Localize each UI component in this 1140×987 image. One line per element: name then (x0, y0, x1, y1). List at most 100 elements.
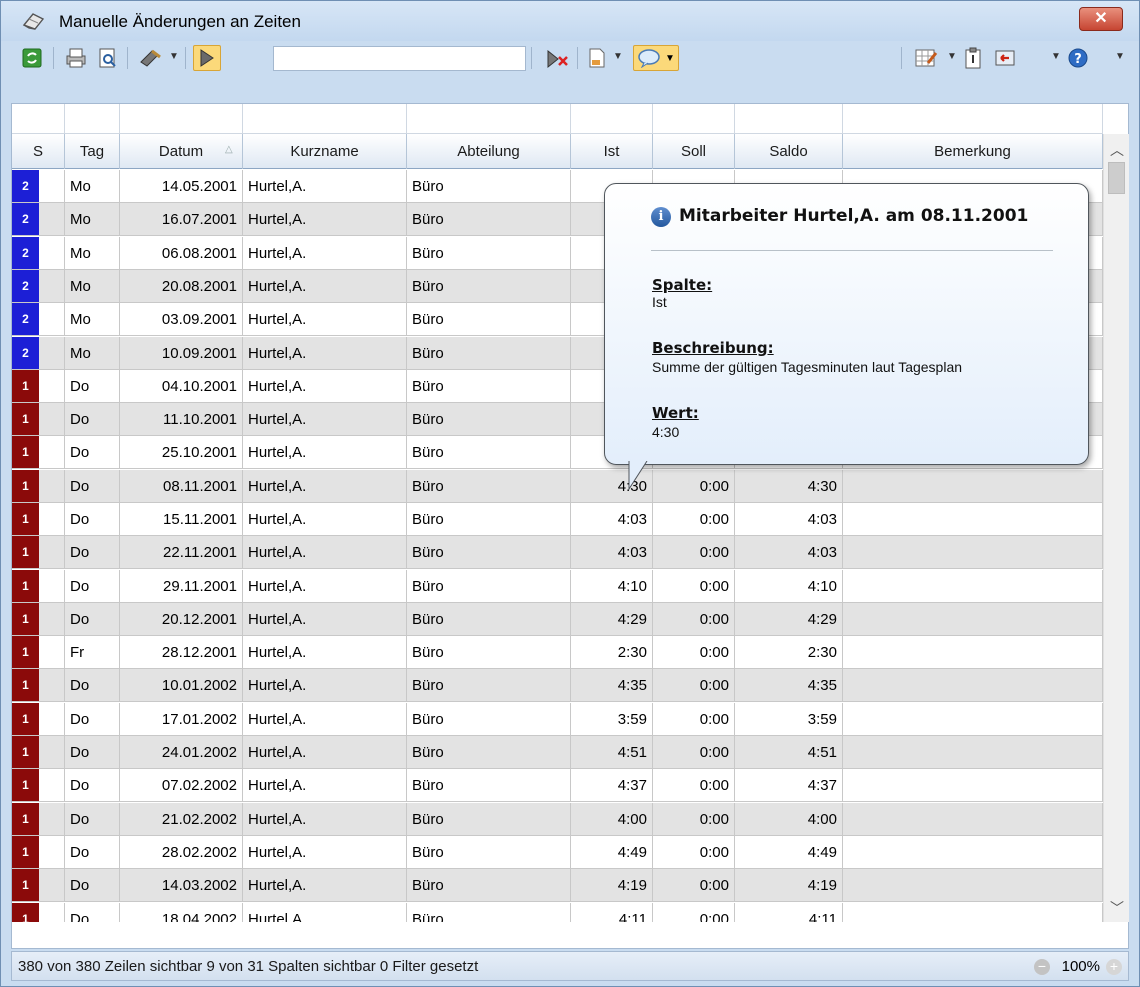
filter-cell[interactable] (12, 104, 65, 134)
cell-ist[interactable]: 4:03 (571, 536, 653, 569)
cell-soll[interactable]: 0:00 (653, 703, 735, 736)
vertical-scrollbar[interactable]: ︿ ﹀ (1103, 134, 1129, 922)
cell-abteilung[interactable]: Büro (407, 403, 571, 436)
cell-soll[interactable]: 0:00 (653, 869, 735, 902)
cell-abteilung[interactable]: Büro (407, 769, 571, 802)
cell-datum[interactable]: 18.04.2002 (120, 903, 243, 922)
cell-tag[interactable]: Do (65, 836, 120, 869)
status-cell[interactable]: 1 (12, 769, 65, 802)
tools-icon[interactable] (137, 45, 165, 71)
cell-kurzname[interactable]: Hurtel,A. (243, 736, 407, 769)
cell-bemerkung[interactable] (843, 769, 1103, 802)
status-cell[interactable]: 1 (12, 736, 65, 769)
cell-saldo[interactable]: 4:51 (735, 736, 843, 769)
clear-filter-icon[interactable] (543, 45, 571, 71)
cell-datum[interactable]: 07.02.2002 (120, 769, 243, 802)
cell-ist[interactable]: 2:30 (571, 636, 653, 669)
cell-abteilung[interactable]: Büro (407, 869, 571, 902)
clipboard-icon[interactable] (961, 45, 985, 71)
table-row[interactable]: 1 Do 10.01.2002 Hurtel,A. Büro 4:35 0:00 4:35 (12, 669, 1103, 702)
cell-tag[interactable]: Mo (65, 170, 120, 203)
table-row[interactable]: 1 Do 18.04.2002 Hurtel,A. Büro 4:11 0:00 4:11 (12, 903, 1103, 922)
status-cell[interactable]: 2 (12, 270, 65, 303)
cell-tag[interactable]: Do (65, 703, 120, 736)
cell-datum[interactable]: 17.01.2002 (120, 703, 243, 736)
cell-abteilung[interactable]: Büro (407, 303, 571, 336)
column-header-bemerkung[interactable]: Bemerkung (843, 134, 1103, 169)
cell-saldo[interactable]: 2:30 (735, 636, 843, 669)
cell-kurzname[interactable]: Hurtel,A. (243, 270, 407, 303)
cell-saldo[interactable]: 4:37 (735, 769, 843, 802)
cell-bemerkung[interactable] (843, 603, 1103, 636)
cell-ist[interactable]: 4:37 (571, 769, 653, 802)
cell-saldo[interactable]: 4:10 (735, 570, 843, 603)
cell-abteilung[interactable]: Büro (407, 337, 571, 370)
cell-bemerkung[interactable] (843, 570, 1103, 603)
column-header-datum[interactable]: Datum △ (120, 134, 243, 169)
status-cell[interactable]: 2 (12, 170, 65, 203)
export-icon[interactable] (585, 45, 609, 71)
status-cell[interactable]: 1 (12, 536, 65, 569)
cell-saldo[interactable]: 4:30 (735, 470, 843, 503)
help-icon[interactable]: ? (1065, 45, 1091, 71)
cell-saldo[interactable]: 4:35 (735, 669, 843, 702)
status-cell[interactable]: 2 (12, 303, 65, 336)
cell-tag[interactable]: Do (65, 436, 120, 469)
cell-kurzname[interactable]: Hurtel,A. (243, 536, 407, 569)
cell-datum[interactable]: 21.02.2002 (120, 803, 243, 836)
print-icon[interactable] (63, 45, 89, 71)
cell-kurzname[interactable]: Hurtel,A. (243, 170, 407, 203)
zoom-out-icon[interactable]: − (1034, 959, 1050, 975)
cell-datum[interactable]: 22.11.2001 (120, 536, 243, 569)
cell-soll[interactable]: 0:00 (653, 636, 735, 669)
status-cell[interactable]: 1 (12, 903, 65, 922)
cell-tag[interactable]: Mo (65, 203, 120, 236)
cell-abteilung[interactable]: Büro (407, 536, 571, 569)
cell-bemerkung[interactable] (843, 736, 1103, 769)
cell-datum[interactable]: 10.09.2001 (120, 337, 243, 370)
status-cell[interactable]: 2 (12, 337, 65, 370)
cell-kurzname[interactable]: Hurtel,A. (243, 703, 407, 736)
status-cell[interactable]: 1 (12, 636, 65, 669)
cell-datum[interactable]: 20.08.2001 (120, 270, 243, 303)
cell-datum[interactable]: 16.07.2001 (120, 203, 243, 236)
filter-cell[interactable] (571, 104, 653, 134)
column-header-soll[interactable]: Soll (653, 134, 735, 169)
cell-saldo[interactable]: 4:49 (735, 836, 843, 869)
cell-datum[interactable]: 10.01.2002 (120, 669, 243, 702)
cell-abteilung[interactable]: Büro (407, 736, 571, 769)
layout-edit-icon[interactable] (913, 45, 939, 71)
status-cell[interactable]: 1 (12, 869, 65, 902)
comment-icon[interactable]: ▼ (633, 45, 679, 71)
cell-tag[interactable]: Mo (65, 303, 120, 336)
search-input[interactable] (273, 46, 526, 71)
cell-tag[interactable]: Mo (65, 337, 120, 370)
cell-abteilung[interactable]: Büro (407, 603, 571, 636)
cell-bemerkung[interactable] (843, 536, 1103, 569)
cell-tag[interactable]: Do (65, 603, 120, 636)
cell-kurzname[interactable]: Hurtel,A. (243, 237, 407, 270)
cell-saldo[interactable]: 4:11 (735, 903, 843, 922)
status-cell[interactable]: 1 (12, 703, 65, 736)
tools-dropdown-icon[interactable]: ▼ (169, 51, 179, 62)
cell-kurzname[interactable]: Hurtel,A. (243, 869, 407, 902)
cell-tag[interactable]: Do (65, 403, 120, 436)
cell-saldo[interactable]: 4:29 (735, 603, 843, 636)
cell-ist[interactable]: 4:35 (571, 669, 653, 702)
cell-tag[interactable]: Do (65, 503, 120, 536)
cell-soll[interactable]: 0:00 (653, 603, 735, 636)
cell-abteilung[interactable]: Büro (407, 470, 571, 503)
status-cell[interactable]: 1 (12, 803, 65, 836)
status-cell[interactable]: 1 (12, 570, 65, 603)
cell-kurzname[interactable]: Hurtel,A. (243, 337, 407, 370)
cell-saldo[interactable]: 4:03 (735, 503, 843, 536)
cell-bemerkung[interactable] (843, 470, 1103, 503)
zoom-in-icon[interactable]: + (1106, 959, 1122, 975)
column-header-abteilung[interactable]: Abteilung (407, 134, 571, 169)
cell-tag[interactable]: Do (65, 370, 120, 403)
cell-saldo[interactable]: 4:03 (735, 536, 843, 569)
cell-ist[interactable]: 4:11 (571, 903, 653, 922)
table-row[interactable]: 1 Do 14.03.2002 Hurtel,A. Büro 4:19 0:00 4:19 (12, 869, 1103, 902)
scroll-thumb[interactable] (1108, 162, 1125, 194)
cell-datum[interactable]: 25.10.2001 (120, 436, 243, 469)
